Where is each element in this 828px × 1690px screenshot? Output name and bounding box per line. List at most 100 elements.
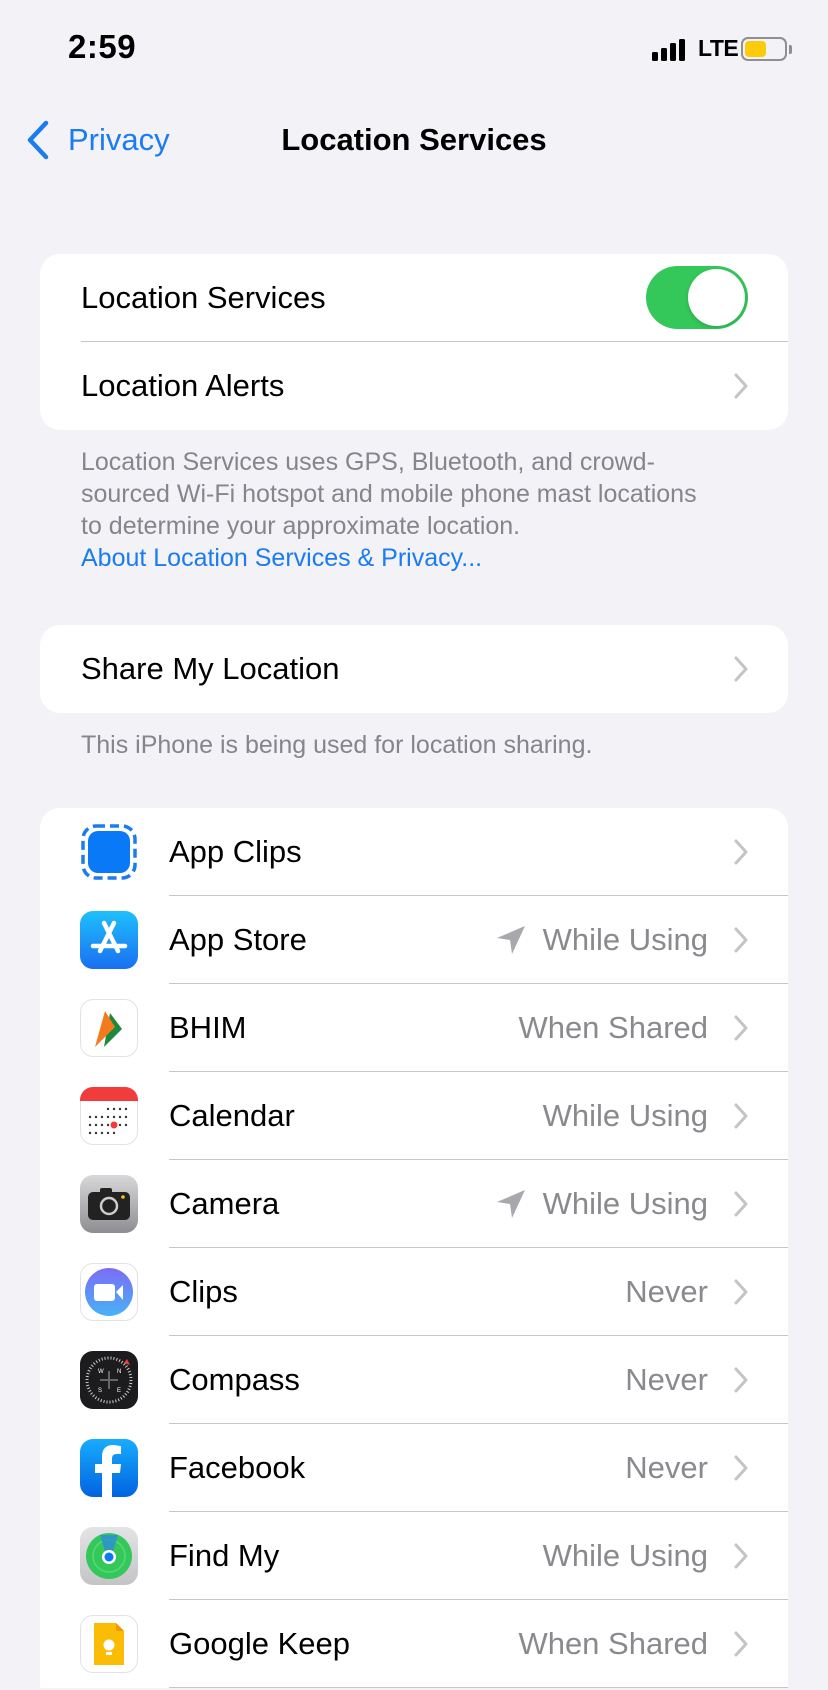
battery-cap: [789, 45, 792, 54]
clips-icon: [80, 1263, 138, 1321]
location-permission-text: Never: [625, 1450, 708, 1485]
app-row-facebook[interactable]: Facebook Never: [40, 1424, 788, 1512]
signal-icon: [652, 39, 685, 61]
chevron-right-icon: [734, 927, 748, 953]
clips-icon-graphic: [80, 1263, 138, 1321]
location-services-description: Location Services uses GPS, Bluetooth, a…: [81, 448, 697, 540]
chevron-right-icon: [734, 1367, 748, 1393]
chevron-right-icon: [734, 1015, 748, 1041]
divider: [169, 1687, 788, 1688]
location-alerts-row[interactable]: Location Alerts: [40, 342, 788, 430]
battery-level: [745, 41, 766, 57]
app-row-clips[interactable]: Clips Never: [40, 1248, 788, 1336]
app-row-google-keep[interactable]: Google Keep When Shared: [40, 1600, 788, 1688]
find-my-icon-graphic: [80, 1527, 138, 1585]
share-my-location-row[interactable]: Share My Location: [40, 625, 788, 713]
share-my-location-label: Share My Location: [81, 651, 340, 686]
about-location-privacy-link[interactable]: About Location Services & Privacy...: [81, 542, 721, 574]
app-name: Find My: [169, 1538, 280, 1573]
app-clips-icon: [80, 823, 138, 881]
svg-text:W: W: [98, 1369, 104, 1375]
page-title-text: Location Services: [281, 122, 547, 157]
calendar-icon-graphic: [80, 1087, 138, 1145]
find-my-icon: [80, 1527, 138, 1585]
status-bar: 2:59 LTE: [0, 0, 828, 100]
app-row-compass[interactable]: W N S E Compass Never: [40, 1336, 788, 1424]
share-location-group: Share My Location: [40, 625, 788, 713]
location-permission-value: While Using: [543, 1538, 708, 1574]
facebook-icon: [80, 1439, 138, 1497]
svg-text:E: E: [117, 1388, 121, 1394]
location-permission-text: While Using: [542, 1186, 708, 1221]
page-title: Location Services: [0, 122, 828, 158]
svg-text:S: S: [98, 1388, 102, 1394]
location-permission-value: When Shared: [518, 1626, 708, 1662]
location-permission-text: While Using: [542, 922, 708, 957]
location-permission-value: Never: [625, 1450, 708, 1486]
location-services-row: Location Services: [40, 254, 788, 342]
app-row-calendar[interactable]: Calendar While Using: [40, 1072, 788, 1160]
location-permission-text: Never: [625, 1274, 708, 1309]
google-keep-icon-graphic: [80, 1615, 138, 1673]
app-store-icon: [80, 911, 138, 969]
location-settings-group: Location Services Location Alerts: [40, 254, 788, 430]
app-name: Calendar: [169, 1098, 295, 1133]
share-location-footer: This iPhone is being used for location s…: [81, 731, 593, 759]
status-time: 2:59: [68, 28, 137, 65]
apps-list: App Clips App Store While Using BHIM When …: [40, 808, 788, 1688]
chevron-right-icon: [734, 1631, 748, 1657]
camera-icon: [80, 1175, 138, 1233]
google-keep-icon: [80, 1615, 138, 1673]
location-permission-text: When Shared: [518, 1010, 708, 1045]
location-services-footer: Location Services uses GPS, Bluetooth, a…: [81, 446, 721, 574]
chevron-right-icon: [734, 1279, 748, 1305]
chevron-right-icon: [734, 1455, 748, 1481]
chevron-right-icon: [734, 1191, 748, 1217]
app-row-app-store[interactable]: App Store While Using: [40, 896, 788, 984]
toggle-knob: [688, 269, 745, 326]
location-permission-value: Never: [625, 1362, 708, 1398]
location-permission-text: Never: [625, 1362, 708, 1397]
battery-icon: [741, 37, 787, 61]
location-services-toggle[interactable]: [646, 266, 748, 329]
location-services-label: Location Services: [81, 280, 326, 315]
chevron-right-icon: [734, 839, 748, 865]
app-clips-icon-graphic: [80, 823, 138, 881]
location-permission-value: Never: [625, 1274, 708, 1310]
app-row-bhim[interactable]: BHIM When Shared: [40, 984, 788, 1072]
bhim-icon-graphic: [80, 999, 138, 1057]
app-store-icon-graphic: [80, 911, 138, 969]
location-alerts-label: Location Alerts: [81, 368, 285, 403]
location-permission-text: While Using: [542, 1098, 708, 1133]
app-name: Compass: [169, 1362, 300, 1397]
app-name: App Store: [169, 922, 307, 957]
camera-icon-graphic: [80, 1175, 138, 1233]
location-arrow-icon: [496, 926, 525, 954]
calendar-icon: [80, 1087, 138, 1145]
location-permission-value: While Using: [495, 922, 708, 958]
compass-icon-graphic: W N S E: [80, 1351, 138, 1409]
app-row-find-my[interactable]: Find My While Using: [40, 1512, 788, 1600]
location-permission-text: While Using: [542, 1538, 708, 1573]
svg-text:N: N: [117, 1369, 121, 1375]
compass-icon: W N S E: [80, 1351, 138, 1409]
location-permission-value: While Using: [543, 1098, 708, 1134]
chevron-right-icon: [734, 656, 748, 682]
app-name: BHIM: [169, 1010, 247, 1045]
app-name: Google Keep: [169, 1626, 350, 1661]
bhim-icon: [80, 999, 138, 1057]
network-type: LTE: [698, 35, 739, 61]
chevron-right-icon: [734, 373, 748, 399]
facebook-icon-graphic: [80, 1439, 138, 1497]
app-row-app-clips[interactable]: App Clips: [40, 808, 788, 896]
location-permission-value: When Shared: [518, 1010, 708, 1046]
chevron-right-icon: [734, 1543, 748, 1569]
location-arrow-icon: [496, 1190, 525, 1218]
location-permission-value: While Using: [495, 1186, 708, 1222]
navigation-bar: Privacy Location Services: [0, 100, 828, 182]
app-name: Clips: [169, 1274, 238, 1309]
location-permission-text: When Shared: [518, 1626, 708, 1661]
app-row-camera[interactable]: Camera While Using: [40, 1160, 788, 1248]
chevron-right-icon: [734, 1103, 748, 1129]
app-name: Camera: [169, 1186, 280, 1221]
